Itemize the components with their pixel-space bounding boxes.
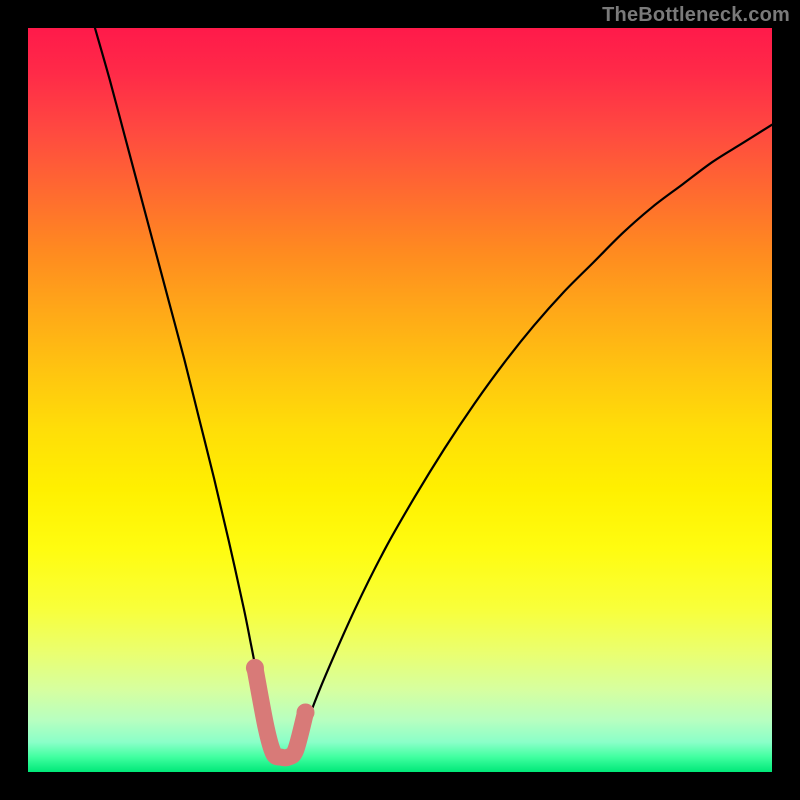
minimum-markers — [246, 659, 315, 758]
chart-frame: TheBottleneck.com — [0, 0, 800, 800]
minimum-marker-dot — [297, 703, 315, 721]
watermark-text: TheBottleneck.com — [602, 4, 790, 27]
bottleneck-curve-path — [95, 28, 772, 759]
curve-layer — [28, 28, 772, 772]
bottleneck-curve — [95, 28, 772, 759]
plot-area — [28, 28, 772, 772]
minimum-marker-dot — [246, 659, 264, 677]
